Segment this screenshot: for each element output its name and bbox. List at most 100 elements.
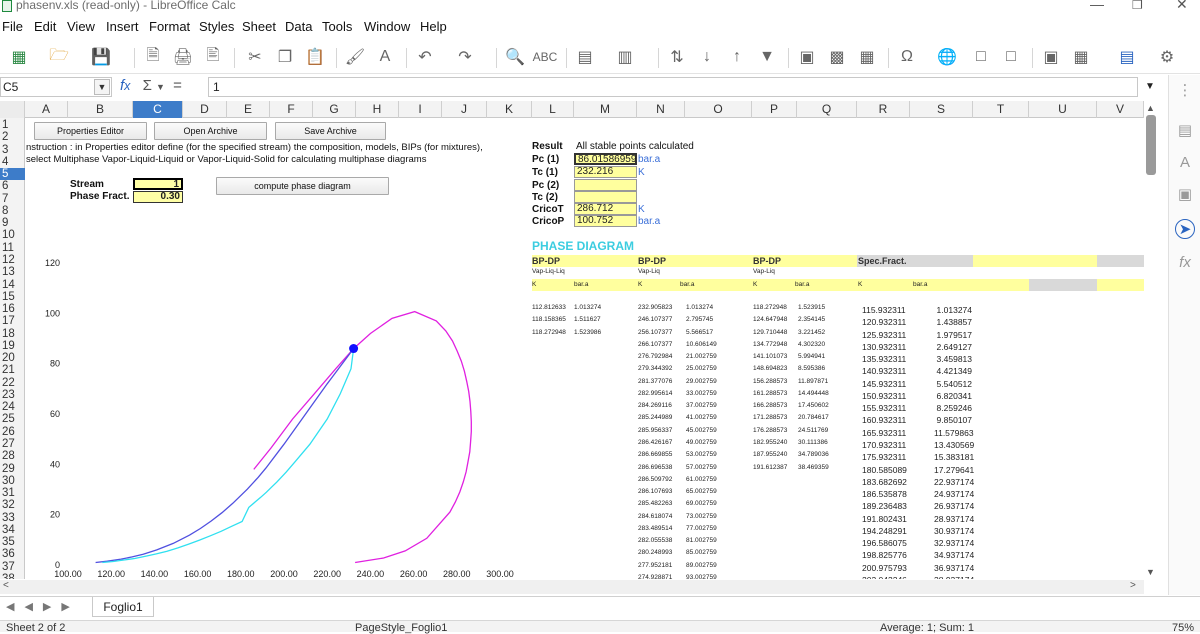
row-header[interactable]: 2	[0, 131, 25, 143]
spreadsheet-grid[interactable]: A B C D E F G H I J K L M N O P Q R S T …	[0, 101, 1144, 579]
cricop-value[interactable]: 100.752	[574, 215, 637, 227]
row-header[interactable]: 26	[0, 426, 25, 438]
export-pdf-icon[interactable]: 🗎	[142, 46, 164, 68]
column-header-selected[interactable]: C	[133, 101, 183, 118]
formula-input[interactable]: 1	[208, 77, 1138, 97]
column-header[interactable]: L	[532, 101, 574, 118]
column-header[interactable]: T	[973, 101, 1029, 118]
define-print-area-icon[interactable]: ▣	[1040, 46, 1062, 68]
tc1-value[interactable]: 232.216	[574, 166, 637, 178]
function-wizard-icon[interactable]: fx	[120, 77, 130, 94]
column-header[interactable]: D	[183, 101, 227, 118]
sort-ascending-icon[interactable]: ↓	[696, 46, 718, 68]
print-icon[interactable]: 🖨	[172, 46, 194, 68]
row-header[interactable]: 31	[0, 487, 25, 499]
row-header[interactable]: 32	[0, 499, 25, 511]
row-header[interactable]: 38	[0, 573, 25, 579]
column-header[interactable]: F	[270, 101, 313, 118]
row-header[interactable]: 29	[0, 463, 25, 475]
row-header[interactable]: 20	[0, 352, 25, 364]
stream-input[interactable]: 1	[133, 178, 183, 190]
sheet-tab-foglio1[interactable]: Foglio1	[92, 597, 154, 617]
open-archive-button[interactable]: Open Archive	[154, 122, 267, 140]
row-header[interactable]: 30	[0, 475, 25, 487]
row-header[interactable]: 10	[0, 229, 25, 241]
row-header[interactable]: 27	[0, 438, 25, 450]
sum-icon[interactable]: Σ	[143, 77, 152, 94]
scrollbar-thumb[interactable]	[1146, 115, 1156, 175]
redo-icon[interactable]: ↷	[454, 46, 476, 68]
save-icon[interactable]: 💾	[90, 46, 112, 68]
phase-fraction-input[interactable]: 0.30	[133, 191, 183, 203]
row-header[interactable]: 21	[0, 364, 25, 376]
menu-file[interactable]: File	[2, 19, 23, 34]
row-header[interactable]: 33	[0, 512, 25, 524]
menu-tools[interactable]: Tools	[322, 19, 352, 34]
column-header[interactable]: U	[1029, 101, 1097, 118]
row-header[interactable]: 34	[0, 524, 25, 536]
header-footer-icon[interactable]: □	[1000, 46, 1022, 68]
row-header[interactable]: 8	[0, 205, 25, 217]
row-header[interactable]: 19	[0, 340, 25, 352]
row-header[interactable]: 17	[0, 315, 25, 327]
scroll-up-icon[interactable]: ▲	[1146, 103, 1155, 113]
sheet-navigation-icons[interactable]: ◀◀▶▶	[6, 600, 80, 613]
print-preview-icon[interactable]: 🖹	[202, 46, 224, 68]
close-icon[interactable]: ✕	[1176, 0, 1188, 13]
navigator-icon[interactable]: ➤	[1175, 219, 1195, 239]
column-header[interactable]: H	[356, 101, 399, 118]
row-header[interactable]: 23	[0, 389, 25, 401]
cricot-value[interactable]: 286.712	[574, 203, 637, 215]
menu-data[interactable]: Data	[285, 19, 312, 34]
hyperlink-icon[interactable]: 🌐	[936, 46, 958, 68]
compute-phase-diagram-button[interactable]: compute phase diagram	[216, 177, 389, 195]
open-folder-icon[interactable]: 🗁	[48, 46, 70, 68]
menu-sheet[interactable]: Sheet	[242, 19, 276, 34]
row-header[interactable]: 36	[0, 548, 25, 560]
clone-formatting-icon[interactable]: 🖌	[344, 46, 366, 68]
row-header[interactable]: 18	[0, 328, 25, 340]
freeze-rows-columns-icon[interactable]: ▦	[1070, 46, 1092, 68]
column-header[interactable]: B	[68, 101, 133, 118]
column-header[interactable]: V	[1097, 101, 1144, 118]
pivot-table-icon[interactable]: ▦	[856, 46, 878, 68]
pc2-value[interactable]	[574, 179, 637, 191]
column-header[interactable]: S	[910, 101, 973, 118]
column-header[interactable]: G	[313, 101, 356, 118]
menu-insert[interactable]: Insert	[106, 19, 139, 34]
horizontal-scrollbar[interactable]: < >	[0, 580, 1144, 594]
column-header[interactable]: M	[574, 101, 637, 118]
column-header[interactable]: J	[442, 101, 487, 118]
minimize-icon[interactable]: —	[1090, 0, 1104, 12]
insert-chart-icon[interactable]: ▩	[826, 46, 848, 68]
special-character-icon[interactable]: Ω	[896, 46, 918, 68]
new-document-icon[interactable]: ▦	[8, 46, 30, 68]
column-header[interactable]: R	[857, 101, 910, 118]
sum-dropdown-icon[interactable]: ▼	[156, 82, 165, 92]
spelling-icon[interactable]: ABC	[533, 46, 558, 68]
row-header[interactable]: 24	[0, 401, 25, 413]
menu-format[interactable]: Format	[149, 19, 190, 34]
row-header[interactable]: 37	[0, 561, 25, 573]
menu-edit[interactable]: Edit	[34, 19, 56, 34]
row-header[interactable]: 28	[0, 450, 25, 462]
restore-icon[interactable]: ❐	[1132, 0, 1143, 12]
column-header[interactable]: A	[25, 101, 68, 118]
row-header[interactable]: 5	[0, 168, 25, 181]
phase-envelope-chart[interactable]: 020406080100120100.00 120.00 140.00 160.00 1…	[30, 251, 530, 579]
row-header[interactable]: 1	[0, 119, 25, 131]
sort-icon[interactable]: ⇅	[666, 46, 688, 68]
properties-icon[interactable]: ▤	[1175, 121, 1195, 141]
scroll-down-icon[interactable]: ▼	[1146, 567, 1155, 577]
sort-descending-icon[interactable]: ↑	[726, 46, 748, 68]
column-header[interactable]: Q	[797, 101, 857, 118]
column-header[interactable]: K	[487, 101, 532, 118]
select-all-corner[interactable]	[0, 101, 25, 118]
copy-icon[interactable]: ❐	[274, 46, 296, 68]
save-archive-button[interactable]: Save Archive	[275, 122, 386, 140]
menu-window[interactable]: Window	[364, 19, 410, 34]
cut-icon[interactable]: ✂	[244, 46, 266, 68]
styles-icon[interactable]: A	[1175, 153, 1195, 173]
column-icon[interactable]: ▥	[614, 46, 636, 68]
page-style[interactable]: PageStyle_Foglio1	[355, 622, 447, 634]
